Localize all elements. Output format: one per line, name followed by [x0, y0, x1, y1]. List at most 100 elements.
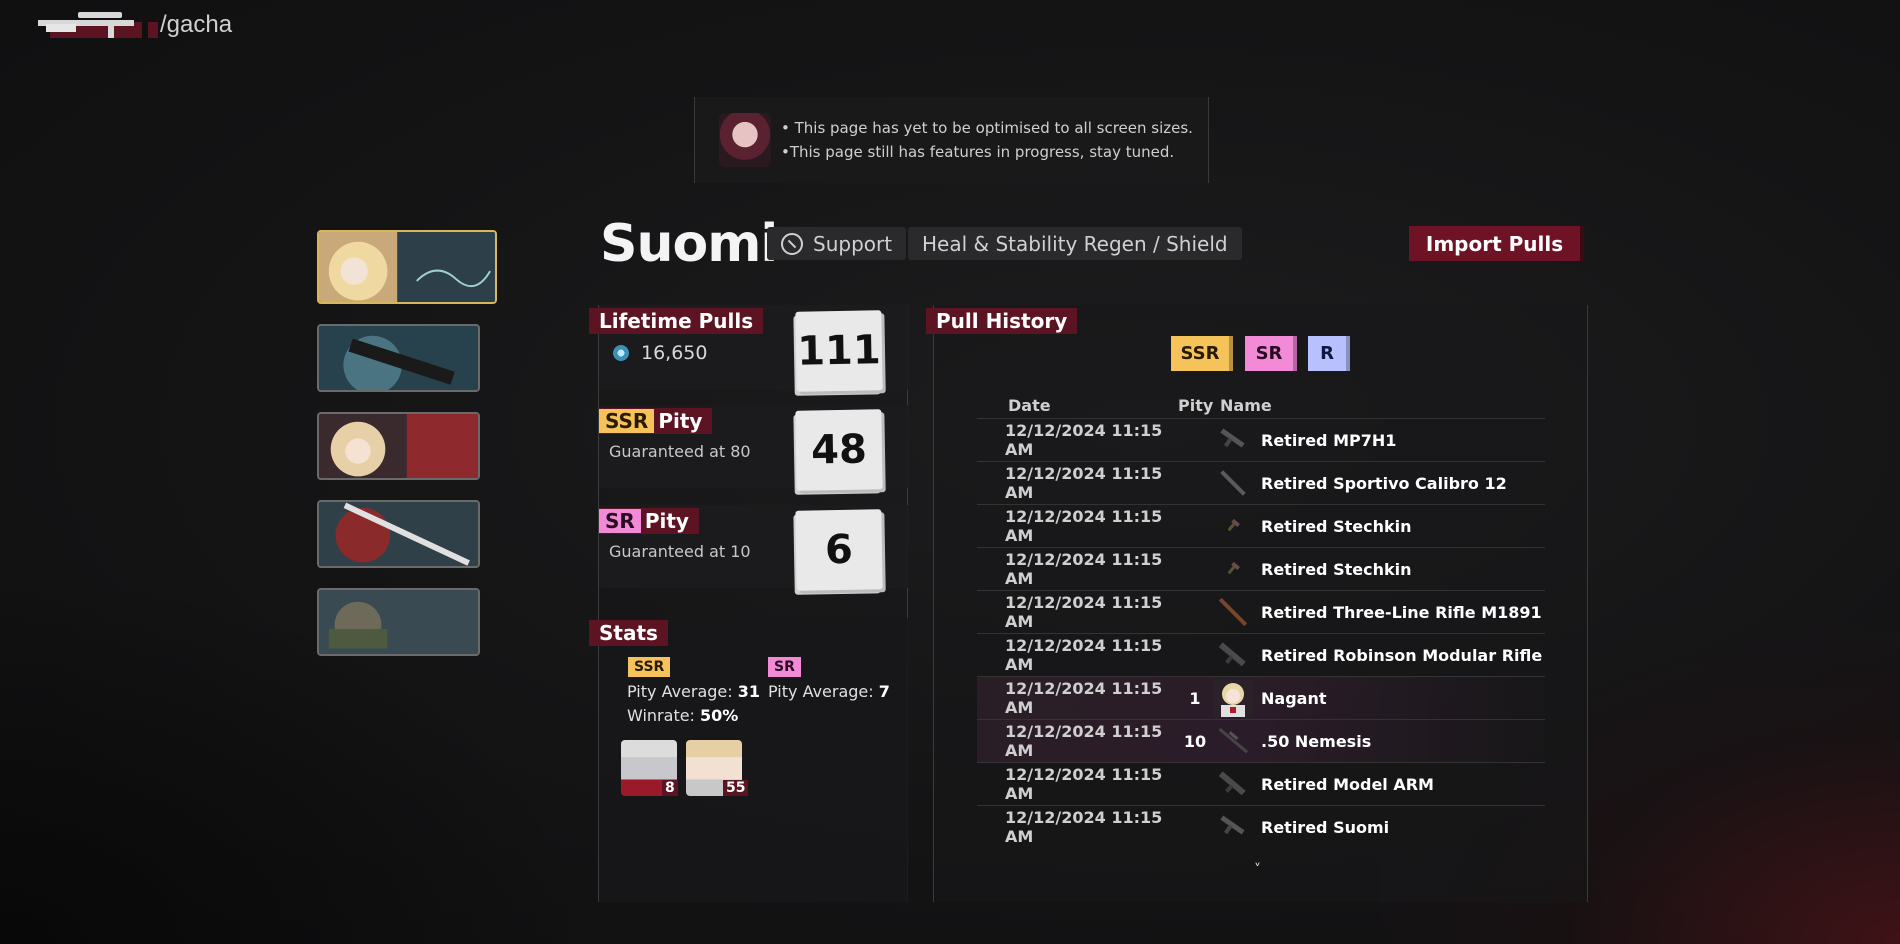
pull-date: 12/12/2024 11:15 AM [1005, 722, 1163, 760]
sr-chip: SR [599, 509, 641, 533]
ssr-pity-count: 48 [795, 409, 883, 491]
skill-tag: Heal & Stability Regen / Shield [908, 227, 1242, 260]
ssr-winrate: Winrate: 50% [627, 706, 738, 725]
banner-card-blade[interactable] [317, 500, 480, 568]
pull-item-name: Retired Suomi [1261, 817, 1390, 837]
character-name: Suomi [600, 214, 778, 274]
banner-card-equipment[interactable] [317, 588, 480, 656]
pull-date: 12/12/2024 11:15 AM [1005, 550, 1163, 588]
smg-icon [1213, 808, 1253, 846]
pity-panel: Lifetime Pulls 16,650 111 SSR Pity Guaran… [589, 305, 908, 902]
sr-pity-label: SR Pity [599, 508, 699, 534]
stat-value: 7 [878, 682, 890, 701]
lifetime-label: Lifetime Pulls [589, 308, 764, 334]
filter-sr-button[interactable]: SR [1245, 336, 1297, 371]
role-label: Support [813, 231, 893, 256]
banner-art-equipment [319, 590, 478, 654]
character-portrait-icon [1213, 679, 1253, 717]
table-row[interactable]: 12/12/2024 11:15 AM Retired Sportivo Cali… [977, 461, 1545, 504]
stat-label: Pity Average: [627, 682, 738, 701]
stats-ssr-chip: SSR [628, 657, 671, 677]
currency-row: 16,650 [613, 342, 707, 364]
table-row[interactable]: 12/12/2024 11:15 AM 10 .50 Nemesis [977, 719, 1545, 762]
pull-pity: 1 [1189, 688, 1201, 708]
role-tag: Support [767, 227, 907, 260]
table-row[interactable]: 12/12/2024 11:15 AM Retired Suomi [977, 805, 1545, 848]
support-icon [781, 232, 803, 255]
table-row[interactable]: 12/12/2024 11:15 AM Retired Three-Line Ri… [977, 590, 1545, 633]
pity-text: Pity [644, 509, 689, 533]
pull-date: 12/12/2024 11:15 AM [1005, 808, 1163, 846]
shotgun-icon [1213, 464, 1253, 502]
banner-card-smg[interactable] [317, 324, 480, 392]
skill-label: Heal & Stability Regen / Shield [922, 231, 1228, 256]
breadcrumb-path[interactable]: /gacha [160, 11, 232, 39]
pull-item-name: Nagant [1261, 688, 1327, 708]
banner-art-weapon [319, 326, 478, 390]
banner-art-blade [319, 502, 478, 566]
pull-history-table: 12/12/2024 11:15 AM Retired MP7H1 12/12/20… [977, 418, 1545, 848]
table-row[interactable]: 12/12/2024 11:15 AM Retired Stechkin [977, 547, 1545, 590]
pull-item-name: Retired Robinson Modular Rifle [1261, 645, 1543, 665]
pull-date: 12/12/2024 11:15 AM [1005, 464, 1163, 502]
stats-sr-chip: SR [768, 657, 801, 677]
pull-item-name: .50 Nemesis [1261, 731, 1372, 751]
pull-item-name: Retired Stechkin [1261, 559, 1412, 579]
table-row[interactable]: 12/12/2024 11:15 AM Retired Model ARM [977, 762, 1545, 805]
currency-icon [613, 345, 629, 361]
show-more-chevron-icon[interactable]: ˅ [1254, 862, 1261, 878]
ssr-guarantee: Guaranteed at 80 [609, 442, 751, 461]
banner-card-suomi[interactable] [317, 230, 497, 304]
pull-item-name: Retired Model ARM [1261, 774, 1434, 794]
smg-icon [1213, 421, 1253, 459]
sr-pity-average: Pity Average: 7 [768, 682, 890, 701]
sniper-icon [1213, 722, 1253, 760]
pull-date: 12/12/2024 11:15 AM [1005, 679, 1163, 717]
banner-art-character [319, 414, 478, 478]
pull-item-name: Retired MP7H1 [1261, 430, 1397, 450]
stats-label: Stats [589, 620, 668, 646]
filter-ssr-button[interactable]: SSR [1171, 336, 1233, 371]
table-row[interactable]: 12/12/2024 11:15 AM 1 Nagant [977, 676, 1545, 719]
sr-guarantee: Guaranteed at 10 [609, 542, 751, 561]
pull-date: 12/12/2024 11:15 AM [1005, 765, 1163, 803]
ssr-chip: SSR [599, 409, 655, 433]
ssr-pity-label: SSR Pity [599, 408, 713, 434]
pity-text: Pity [658, 409, 703, 433]
table-row[interactable]: 12/12/2024 11:15 AM Retired Robinson Modu… [977, 633, 1545, 676]
pistol-icon [1213, 507, 1253, 545]
banner-card-character[interactable] [317, 412, 480, 480]
filter-r-button[interactable]: R [1308, 336, 1350, 371]
column-header-name: Name [1220, 396, 1272, 415]
ssr-pity-average: Pity Average: 31 [627, 682, 760, 701]
banner-list [317, 230, 497, 676]
pull-date: 12/12/2024 11:15 AM [1005, 421, 1163, 459]
table-row[interactable]: 12/12/2024 11:15 AM Retired Stechkin [977, 504, 1545, 547]
stat-value: 31 [737, 682, 761, 701]
rifle-icon [1213, 593, 1253, 631]
pulled-count: 55 [723, 780, 749, 796]
site-logo-link[interactable]: /gacha [38, 8, 232, 42]
pull-history-label: Pull History [926, 308, 1078, 334]
table-row[interactable]: 12/12/2024 11:15 AM Retired MP7H1 [977, 418, 1545, 461]
column-header-pity: Pity [1178, 396, 1214, 415]
mascot-avatar [719, 113, 771, 167]
sr-pity-count: 6 [795, 509, 883, 591]
pull-pity: 10 [1183, 731, 1207, 751]
pull-item-name: Retired Sportivo Calibro 12 [1261, 473, 1507, 493]
currency-amount: 16,650 [641, 342, 708, 364]
pull-date: 12/12/2024 11:15 AM [1005, 593, 1163, 631]
notice-line: • This page has yet to be optimised to a… [781, 119, 1193, 137]
pull-date: 12/12/2024 11:15 AM [1005, 507, 1163, 545]
background-shade [0, 564, 600, 944]
notice-banner: • This page has yet to be optimised to a… [694, 97, 1209, 183]
column-header-date: Date [1008, 396, 1051, 415]
pull-item-name: Retired Stechkin [1261, 516, 1412, 536]
stat-label: Pity Average: [768, 682, 879, 701]
import-pulls-button[interactable]: Import Pulls [1409, 226, 1584, 261]
notice-line: •This page still has features in progres… [781, 143, 1175, 161]
assault-rifle-icon [1213, 636, 1253, 674]
pulled-count: 8 [662, 780, 678, 796]
pull-date: 12/12/2024 11:15 AM [1005, 636, 1163, 674]
stat-value: 50% [700, 706, 739, 725]
